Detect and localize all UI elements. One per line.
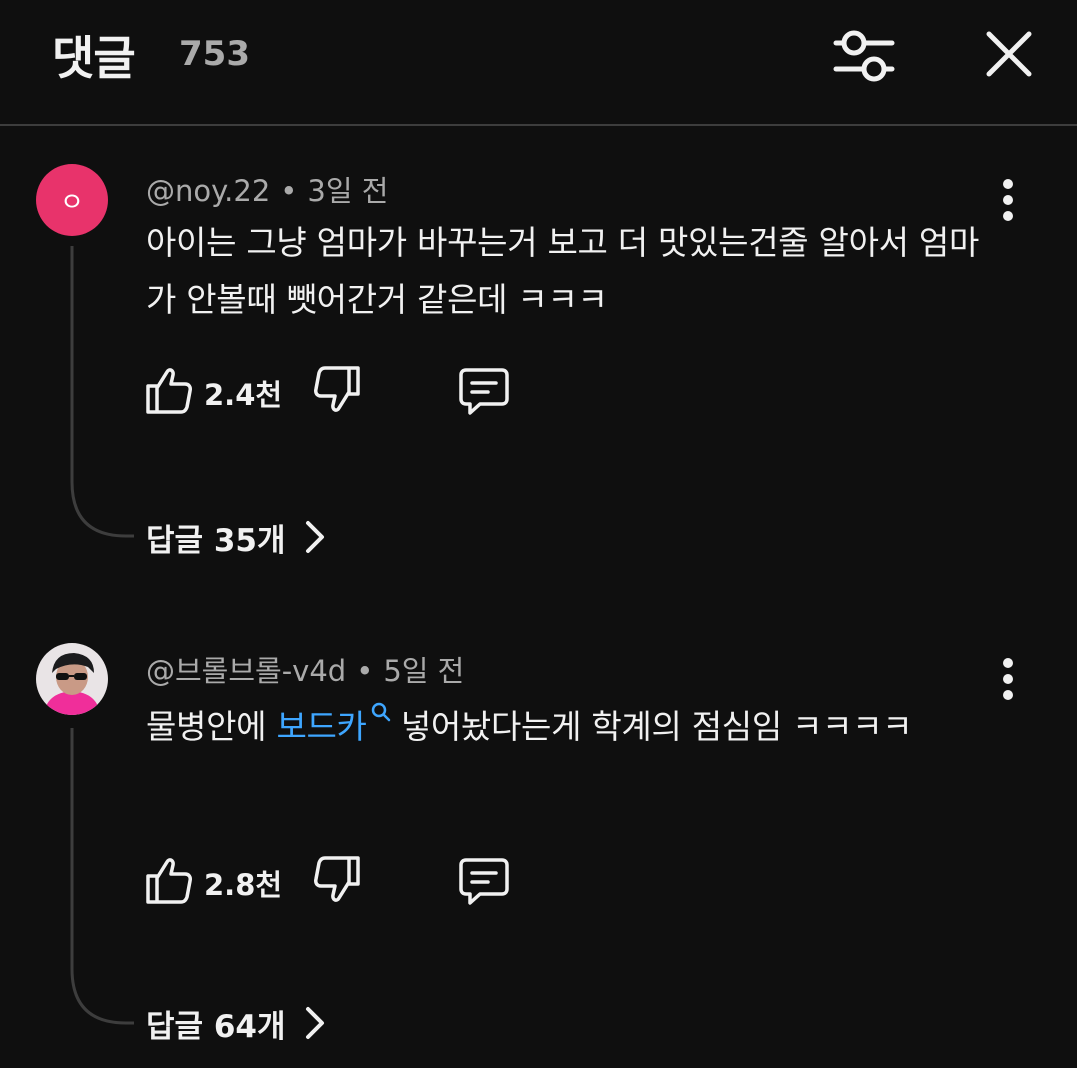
reply-button[interactable] (456, 852, 512, 908)
comment-text: 아이는 그냥 엄마가 바꾸는거 보고 더 맛있는건줄 알아서 엄마가 안볼때 뺏… (146, 223, 980, 319)
reply-comment-icon (459, 858, 509, 905)
comment-count: 753 (179, 34, 250, 74)
comment-meta: @noy.22 • 3일 전 (146, 168, 388, 210)
thumb-down-icon (314, 366, 360, 412)
comment-text-before: 물병안에 (146, 707, 277, 746)
view-replies-button[interactable]: 답글 35개 (146, 512, 326, 562)
like-count: 2.4천 (204, 378, 283, 412)
comment-author[interactable]: @noy.22 (146, 174, 270, 208)
chevron-right-icon (305, 1007, 324, 1039)
dislike-button[interactable] (310, 852, 366, 908)
like-button[interactable] (140, 852, 196, 908)
reply-comment-icon (459, 368, 509, 415)
replies-label: 답글 64개 (146, 1008, 286, 1045)
comment-text: 물병안에 보드카 넣어놨다는게 학계의 점심임 ㅋㅋㅋㅋ (146, 698, 1006, 755)
panel-title: 댓글 (52, 31, 136, 85)
comments-header: 댓글 753 (0, 0, 1077, 126)
thread-line (70, 246, 134, 538)
dislike-button[interactable] (310, 362, 366, 418)
view-replies-button[interactable]: 답글 64개 (146, 998, 326, 1048)
chevron-right-icon (305, 521, 324, 553)
reply-button[interactable] (456, 362, 512, 418)
comment-meta: @브롤브롤-v4d • 5일 전 (146, 648, 464, 690)
filter-sliders-icon (833, 30, 895, 82)
close-button[interactable] (980, 26, 1038, 82)
thread-line (70, 728, 134, 1025)
avatar-photo (36, 643, 108, 715)
comments-panel: 댓글 753 ㅇ @noy.22 • 3일 전 아이는 그냥 엄마가 바꾸는거 … (0, 0, 1077, 1068)
thumb-down-icon (314, 856, 360, 902)
replies-label: 답글 35개 (146, 522, 286, 559)
like-button[interactable] (140, 362, 196, 418)
close-icon (986, 31, 1032, 77)
comment-actions: 2.4천 (140, 362, 560, 418)
like-count: 2.8천 (204, 868, 283, 902)
comment-time[interactable]: 5일 전 (383, 654, 464, 688)
avatar[interactable] (36, 643, 108, 715)
avatar-letter: ㅇ (60, 187, 84, 218)
thumb-up-icon (146, 858, 192, 904)
meta-separator: • (280, 174, 298, 208)
comment-time[interactable]: 3일 전 (307, 174, 388, 208)
search-link-label: 보드카 (276, 707, 367, 746)
filter-button[interactable] (830, 26, 898, 86)
thumb-up-icon (146, 368, 192, 414)
avatar[interactable]: ㅇ (36, 164, 108, 236)
search-link[interactable]: 보드카 (276, 702, 390, 746)
comment-author[interactable]: @브롤브롤-v4d (146, 654, 346, 688)
search-icon (371, 702, 390, 722)
comment-text-after: 넣어놨다는게 학계의 점심임 ㅋㅋㅋㅋ (390, 707, 913, 746)
meta-separator: • (356, 654, 374, 688)
comment-actions: 2.8천 (140, 852, 560, 908)
